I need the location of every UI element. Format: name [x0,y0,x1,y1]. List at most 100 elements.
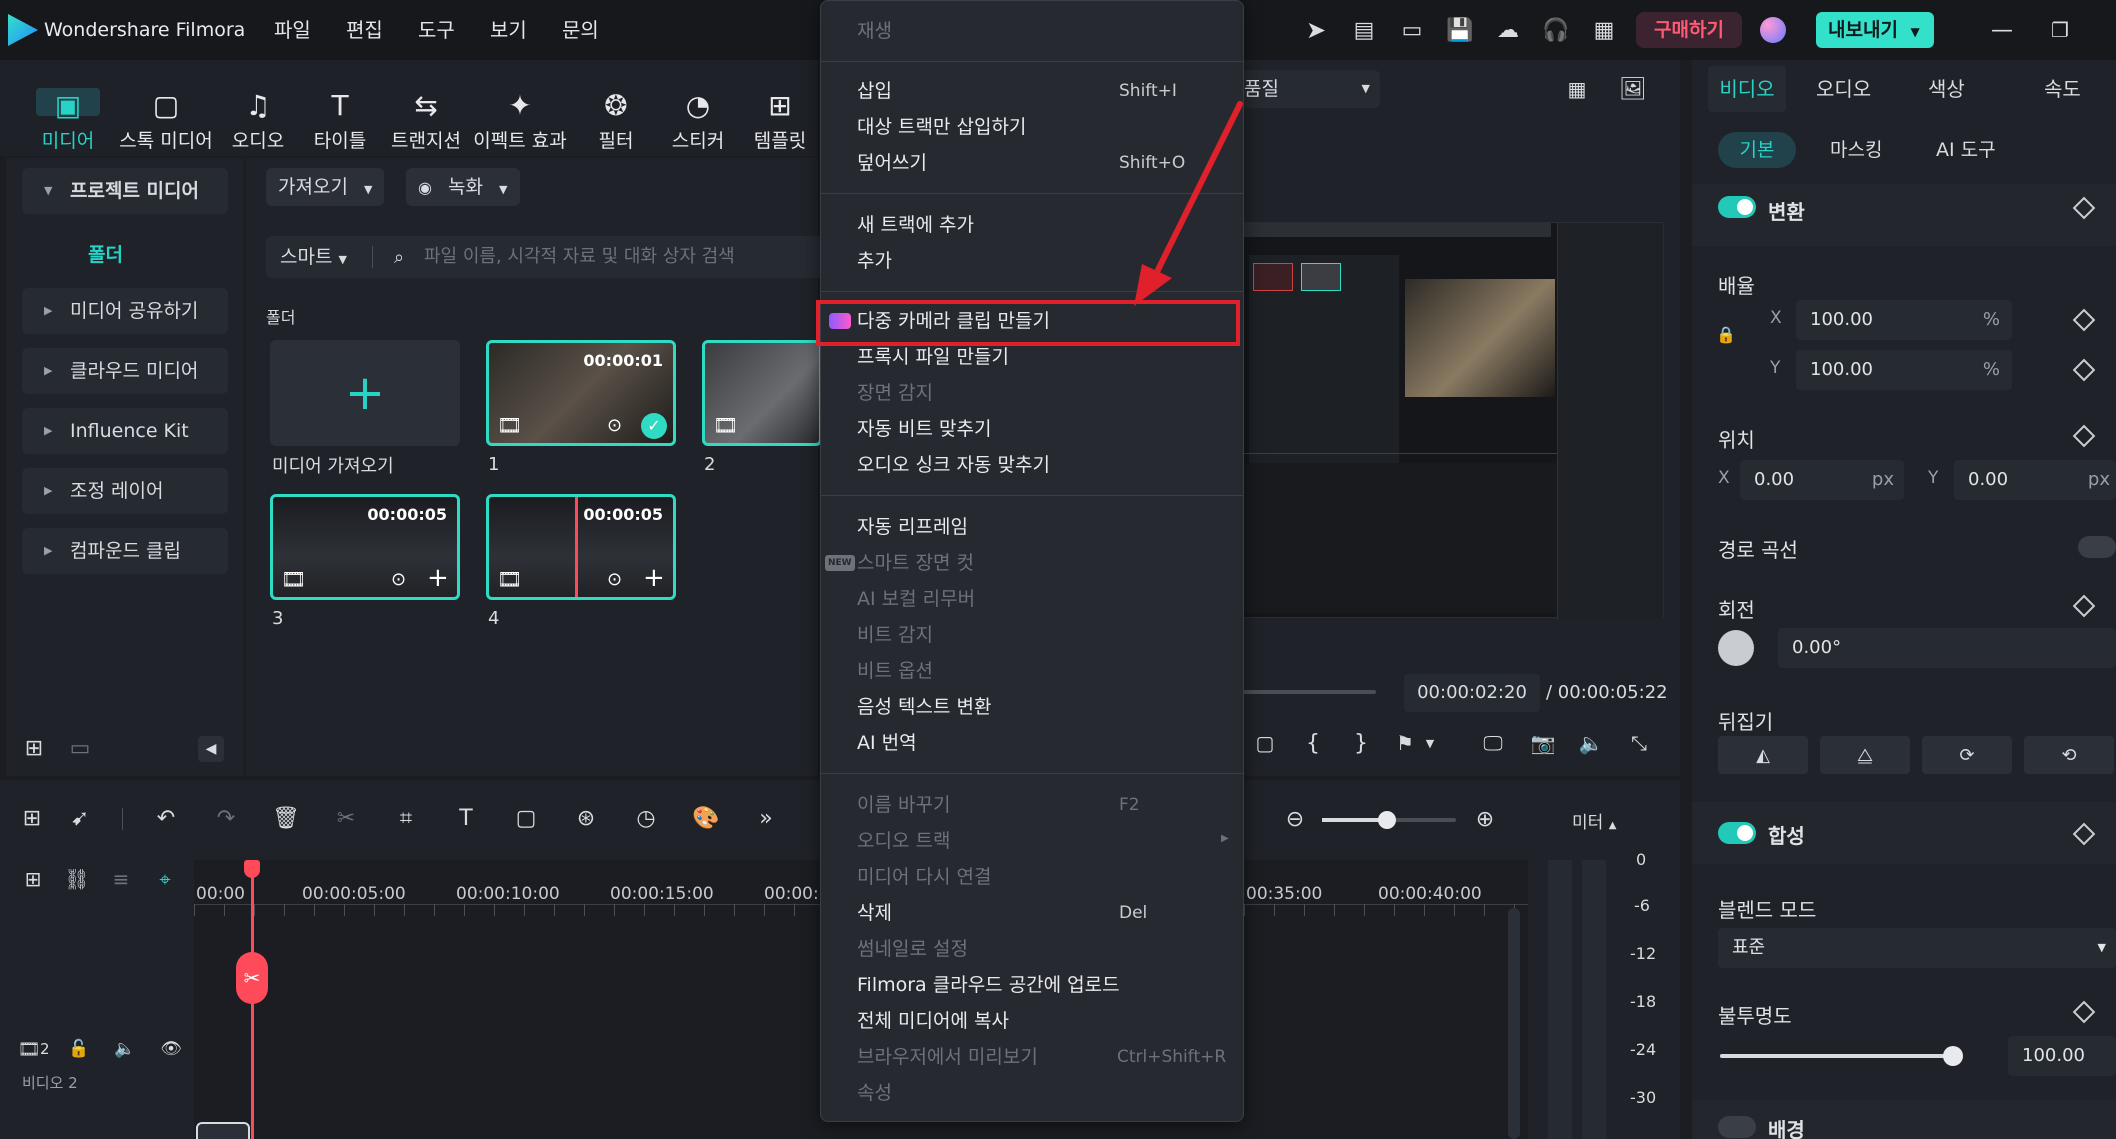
image-icon[interactable]: 🖼 [1616,72,1650,106]
restore-icon[interactable]: ❐ [2044,14,2076,46]
opacity-field[interactable]: 100.00 [2008,1036,2116,1076]
keyframe-diamond-icon[interactable] [2072,1000,2096,1024]
preview-progress[interactable] [1240,690,1376,694]
rotate-right-button[interactable]: ⟳ [1922,736,2012,774]
collapse-panel-icon[interactable]: ◀ [198,736,224,762]
sidebar-item-project-media[interactable]: ▼ 프로젝트 미디어 [22,168,228,214]
split-scissors-icon[interactable]: ✂ [330,802,362,834]
context-menu-item[interactable]: 덮어쓰기 [857,145,927,181]
sidebar-item-influence-kit[interactable]: ▶ Influence Kit [22,408,228,454]
subtab-basic[interactable]: 기본 [1718,132,1796,168]
menu-file[interactable]: 파일 [274,0,311,60]
import-media-tile[interactable]: + [270,340,460,446]
context-menu-item[interactable]: 오디오 싱크 자동 맞추기 [857,447,1050,483]
layout-grid-icon[interactable]: ⊞ [16,802,48,834]
tool-stickers[interactable]: ◔ 스티커 [652,86,744,153]
media-clip-1[interactable]: 00:00:01 🎞 ⊙ ✓ [486,340,676,446]
context-menu-item[interactable]: 대상 트랙만 삽입하기 [857,109,1026,145]
select-pointer-icon[interactable]: ➹ [64,802,96,834]
media-clip-4[interactable]: 00:00:05 🎞 ⊙ + [486,494,676,600]
volume-icon[interactable]: 🔈 [1576,728,1606,758]
split-scissors-icon[interactable]: ✂ [236,952,268,1004]
menu-help[interactable]: 문의 [562,0,599,60]
context-menu-item[interactable]: Filmora 클라우드 공간에 업로드 [857,967,1120,1003]
scale-y-field[interactable]: 100.00 % [1796,350,2012,390]
sidebar-item-cloud-media[interactable]: ▶ 클라우드 미디어 [22,348,228,394]
sidebar-item-compound-clip[interactable]: ▶ 컴파운드 클립 [22,528,228,574]
timeline-clip[interactable] [196,1122,250,1139]
context-menu-item[interactable]: 자동 리프레임 [857,509,968,545]
menu-edit[interactable]: 편집 [346,0,383,60]
speed-icon[interactable]: ◷ [630,802,662,834]
context-menu-item[interactable]: 삽입 [857,73,892,109]
zoom-slider[interactable] [1322,811,1456,829]
flip-vertical-button[interactable]: ⧋ [1820,736,1910,774]
menu-view[interactable]: 보기 [490,0,527,60]
cloud-icon[interactable]: ☁ [1492,14,1524,46]
context-menu-item[interactable]: AI 번역 [857,725,917,761]
blend-mode-select[interactable]: 표준 ▼ [1718,928,2116,968]
opacity-slider-handle[interactable] [1942,1046,1963,1066]
sidebar-item-shared-media[interactable]: ▶ 미디어 공유하기 [22,288,228,334]
position-y-field[interactable]: 0.00 px [1954,460,2116,500]
sidebar-item-adjustment-layer[interactable]: ▶ 조정 레이어 [22,468,228,514]
display-icon[interactable]: 🖵 [1478,728,1508,758]
crop-icon[interactable]: ⌗ [390,802,422,834]
subtab-ai-tools[interactable]: AI 도구 [1936,132,1996,168]
folder-icon[interactable]: ▭ [66,734,94,762]
more-tools-icon[interactable]: » [750,802,782,834]
add-plus-icon[interactable]: + [643,563,665,593]
add-plus-icon[interactable]: + [427,563,449,593]
tool-stock-media[interactable]: ▢ 스톡 미디어 [116,86,216,153]
media-clip-3[interactable]: 00:00:05 🎞 ⊙ + [270,494,460,600]
lock-icon[interactable]: 🔓 [64,1034,94,1064]
volume-icon[interactable]: 🔈 [110,1034,140,1064]
record-dropdown[interactable]: ◉ 녹화 ▼ [406,168,520,206]
preview-video[interactable] [1240,222,1664,619]
composite-toggle[interactable] [1718,822,1756,844]
add-track-icon[interactable]: ⊞ [18,864,48,894]
send-icon[interactable]: ➤ [1300,14,1332,46]
keyframe-diamond-icon[interactable] [2072,308,2096,332]
text-icon[interactable]: T [450,802,482,834]
task-icon[interactable]: ▤ [1348,14,1380,46]
minimize-icon[interactable]: — [1986,14,2018,46]
export-button[interactable]: 내보내기 ▼ [1816,12,1934,48]
context-menu-item[interactable]: 음성 텍스트 변환 [857,689,991,725]
context-menu-item[interactable]: 추가 [857,243,892,279]
fullscreen-icon[interactable]: ⤡ [1624,728,1654,758]
color-palette-icon[interactable]: 🎨 [690,802,722,834]
rotate-left-button[interactable]: ⟲ [2024,736,2114,774]
mark-in-icon[interactable]: { [1298,728,1328,758]
headset-icon[interactable]: 🎧 [1540,14,1572,46]
context-menu-item[interactable]: 삭제 [857,895,892,931]
link-icon[interactable]: ⛓ [62,864,92,894]
mark-out-icon[interactable]: } [1346,728,1376,758]
rotate-field[interactable]: 0.00° [1778,628,2116,668]
marker-icon[interactable]: ⚑ [1390,728,1420,758]
import-dropdown[interactable]: 가져오기 ▼ [266,168,385,206]
smart-filter-dropdown[interactable]: 스마트 ▼ [280,236,347,281]
avatar[interactable] [1760,17,1786,43]
tab-audio[interactable]: 오디오 [1816,66,1871,112]
ai-cutout-icon[interactable]: ⊛ [570,802,602,834]
zoom-slider-handle[interactable] [1378,811,1396,829]
background-toggle[interactable] [1718,1116,1756,1138]
delete-icon[interactable]: 🗑 [270,802,302,834]
flip-horizontal-button[interactable]: ◭ [1718,736,1808,774]
snapshot-icon[interactable]: 📷 [1528,728,1558,758]
keyframe-diamond-icon[interactable] [2072,358,2096,382]
tool-templates[interactable]: ⊞ 템플릿 [734,86,826,153]
path-curve-toggle[interactable] [2078,536,2116,558]
tool-media[interactable]: ▣ 미디어 [20,86,116,153]
scale-x-field[interactable]: 100.00 % [1796,300,2012,340]
context-menu-item[interactable]: 새 트랙에 추가 [857,207,974,243]
quality-dropdown[interactable]: 품질 ▼ [1240,70,1380,108]
link-lock-icon[interactable]: 🔒 [1716,314,1736,354]
menu-tools[interactable]: 도구 [418,0,455,60]
context-menu-item[interactable]: 자동 비트 맞추기 [857,411,991,447]
tab-speed[interactable]: 속도 [2044,66,2081,112]
grid-view-icon[interactable]: ▦ [1560,72,1594,106]
tab-video[interactable]: 비디오 [1708,66,1786,112]
keyframe-diamond-icon[interactable] [2072,594,2096,618]
